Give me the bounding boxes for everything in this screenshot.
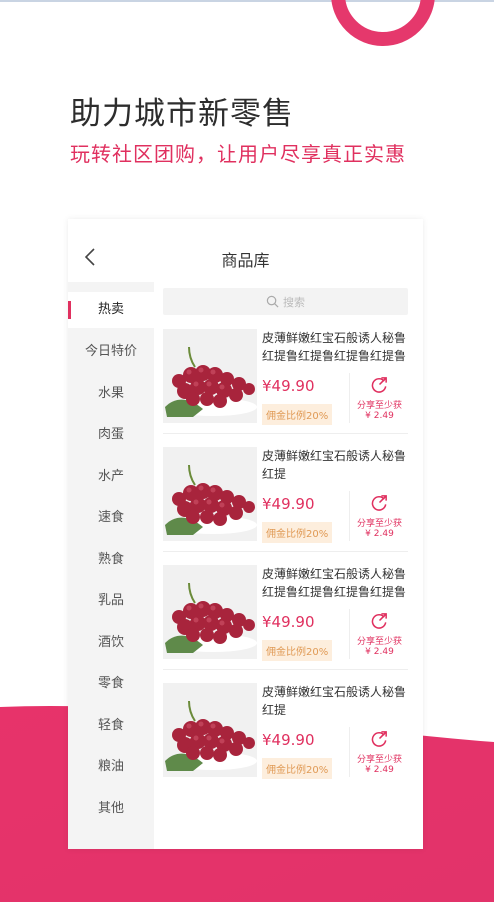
category-item[interactable]: 其他 — [68, 791, 154, 827]
category-item[interactable]: 肉蛋 — [68, 417, 154, 453]
headline: 助力城市新零售 — [70, 96, 294, 132]
divider — [163, 433, 408, 434]
page-title: 商品库 — [221, 251, 270, 270]
product-name: 皮薄鲜嫩红宝石般诱人秘鲁红提鲁红提鲁红提鲁红提鲁红 — [262, 567, 407, 599]
share-amount: ¥ 2.49 — [365, 411, 394, 421]
category-label: 粮油 — [97, 759, 124, 774]
phone-card: 商品库 热卖 今日特价 水果 肉蛋 水产 速食 熟食 乳品 酒饮 零食 轻食 粮… — [68, 219, 423, 849]
category-item[interactable]: 酒饮 — [68, 625, 154, 661]
search-input[interactable]: 搜索 — [163, 288, 408, 315]
share-amount: ¥ 2.49 — [365, 765, 394, 775]
category-item-hot[interactable]: 热卖 — [68, 292, 154, 328]
search-placeholder: 搜索 — [283, 296, 305, 309]
category-label: 水果 — [97, 386, 124, 401]
product-item[interactable]: 皮薄鲜嫩红宝石般诱人秘鲁红提鲁红提鲁红提鲁红提鲁红 ¥49.90 佣金比例20%… — [163, 565, 409, 670]
category-sidebar: 热卖 今日特价 水果 肉蛋 水产 速食 熟食 乳品 酒饮 零食 轻食 粮油 其他 — [68, 282, 154, 849]
commission-badge: 佣金比例20% — [262, 522, 333, 543]
product-item[interactable]: 皮薄鲜嫩红宝石般诱人秘鲁红提 ¥49.90 佣金比例20% 分享至少获 ¥ 2.… — [163, 683, 408, 787]
category-label: 酒饮 — [97, 635, 124, 650]
category-label: 其他 — [97, 801, 124, 816]
grape-image — [163, 447, 257, 541]
grape-image — [163, 329, 257, 423]
share-icon — [371, 731, 387, 747]
category-item[interactable]: 水产 — [68, 459, 154, 495]
share-icon — [371, 377, 387, 393]
product-item[interactable]: 皮薄鲜嫩红宝石般诱人秘鲁红提鲁红提鲁红提鲁红提鲁红 ¥49.90 佣金比例20%… — [163, 329, 409, 434]
category-label: 零食 — [97, 676, 124, 691]
share-icon — [371, 495, 387, 511]
product-price: ¥49.90 — [262, 377, 315, 395]
grape-image — [163, 683, 257, 777]
share-amount: ¥ 2.49 — [365, 529, 394, 539]
product-name: 皮薄鲜嫩红宝石般诱人秘鲁红提 — [262, 449, 407, 481]
category-label: 轻食 — [97, 718, 124, 733]
category-label: 速食 — [97, 510, 124, 525]
category-label: 乳品 — [97, 593, 124, 608]
category-label: 热卖 — [97, 302, 124, 317]
category-item[interactable]: 水果 — [68, 376, 154, 412]
share-amount: ¥ 2.49 — [365, 647, 394, 657]
category-item[interactable]: 粮油 — [68, 749, 154, 785]
share-label: 分享至少获 — [356, 637, 402, 647]
share-label: 分享至少获 — [356, 755, 402, 765]
share-label: 分享至少获 — [356, 401, 402, 411]
commission-badge: 佣金比例20% — [262, 758, 333, 779]
search-icon — [266, 295, 279, 308]
category-label: 今日特价 — [84, 344, 137, 359]
product-price: ¥49.90 — [262, 613, 315, 631]
commission-badge: 佣金比例20% — [262, 640, 333, 661]
share-button[interactable]: 分享至少获 ¥ 2.49 — [349, 373, 409, 423]
divider — [163, 551, 408, 552]
share-label: 分享至少获 — [356, 519, 402, 529]
subheadline: 玩转社区团购，让用户尽享真正实惠 — [70, 142, 406, 166]
category-item[interactable]: 乳品 — [68, 583, 154, 619]
category-item[interactable]: 今日特价 — [68, 334, 154, 370]
share-button[interactable]: 分享至少获 ¥ 2.49 — [349, 727, 409, 777]
product-item[interactable]: 皮薄鲜嫩红宝石般诱人秘鲁红提 ¥49.90 佣金比例20% 分享至少获 ¥ 2.… — [163, 447, 409, 552]
category-label: 水产 — [97, 469, 124, 484]
active-indicator — [68, 301, 71, 319]
share-button[interactable]: 分享至少获 ¥ 2.49 — [349, 609, 409, 659]
divider — [163, 669, 408, 670]
share-icon — [371, 613, 387, 629]
product-name: 皮薄鲜嫩红宝石般诱人秘鲁红提鲁红提鲁红提鲁红提鲁红 — [262, 331, 407, 363]
category-item[interactable]: 零食 — [68, 666, 154, 702]
category-label: 熟食 — [97, 552, 124, 567]
category-item[interactable]: 速食 — [68, 500, 154, 536]
share-button[interactable]: 分享至少获 ¥ 2.49 — [349, 491, 409, 541]
product-price: ¥49.90 — [262, 731, 315, 749]
category-item[interactable]: 熟食 — [68, 542, 154, 578]
product-name: 皮薄鲜嫩红宝石般诱人秘鲁红提 — [262, 685, 407, 717]
category-label: 肉蛋 — [97, 427, 124, 442]
product-price: ¥49.90 — [262, 495, 315, 513]
commission-badge: 佣金比例20% — [262, 404, 333, 425]
grape-image — [163, 565, 257, 659]
category-item[interactable]: 轻食 — [68, 708, 154, 744]
